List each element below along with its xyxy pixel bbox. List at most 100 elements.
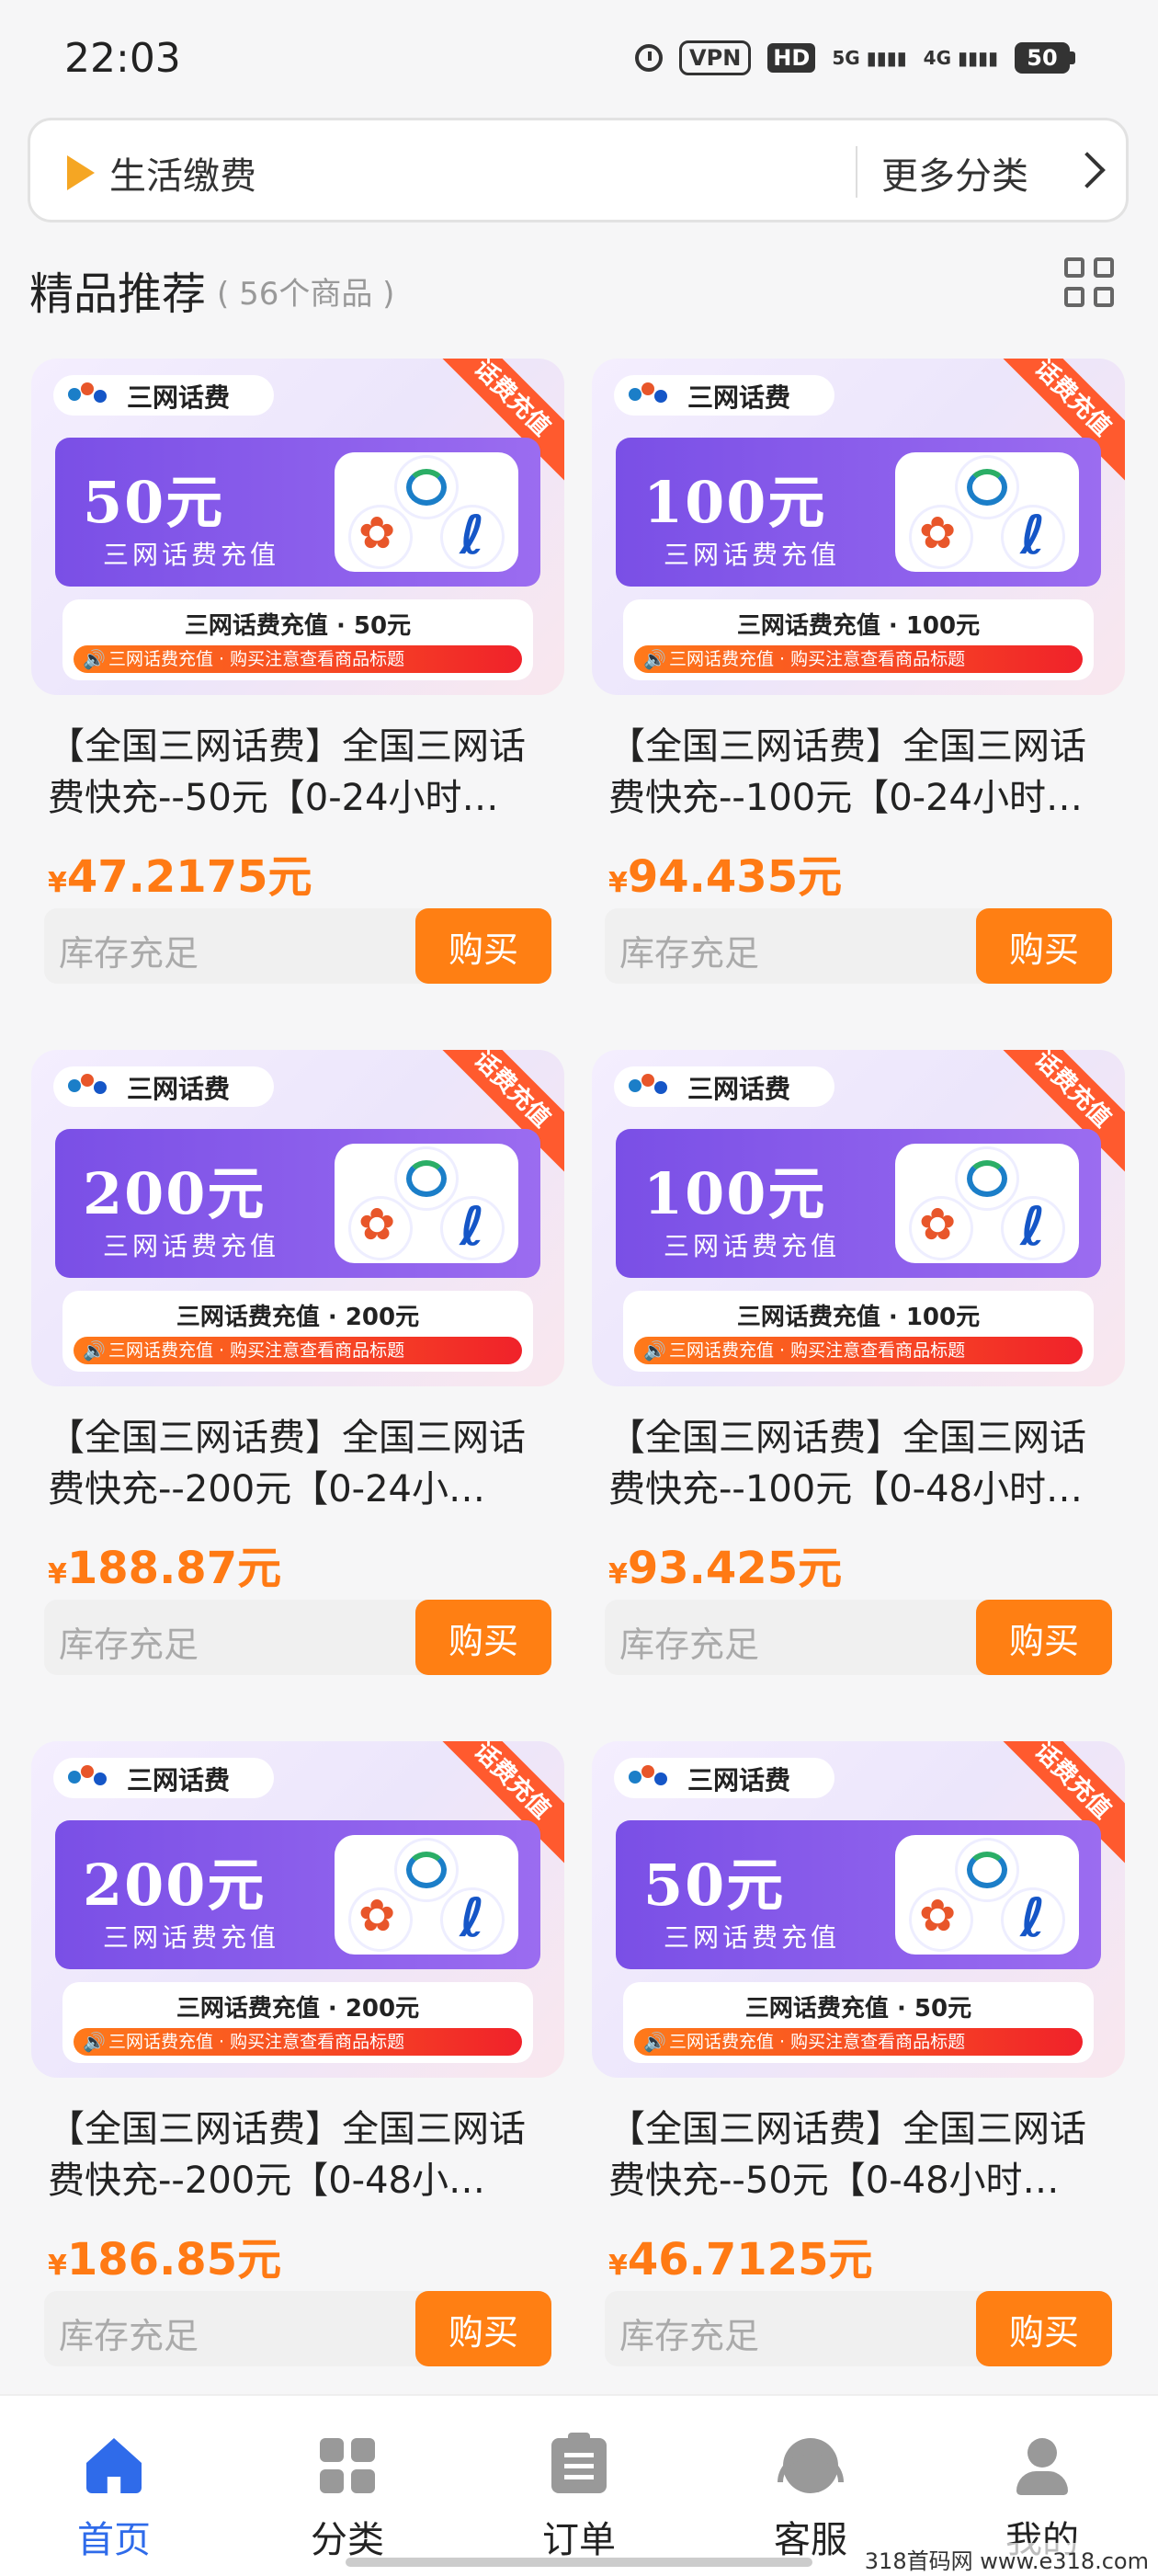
- buy-button[interactable]: 购买: [976, 2291, 1112, 2366]
- hd-icon: HD: [767, 43, 816, 73]
- grid-view-icon[interactable]: [1064, 257, 1116, 309]
- buy-button[interactable]: 购买: [415, 908, 551, 984]
- china-mobile-icon: [397, 458, 456, 517]
- clock: 22:03: [64, 35, 181, 82]
- play-icon: [67, 155, 95, 190]
- china-mobile-icon: [397, 1841, 456, 1899]
- stock-status: 库存充足: [59, 933, 199, 974]
- info-strip: 三网话费充值 · 100元 🔊 三网话费充值 · 购买注意查看商品标题: [623, 599, 1094, 680]
- recharge-subtitle: 三网话费充值: [664, 1231, 841, 1261]
- stock-row: 库存充足 购买: [44, 908, 551, 984]
- product-title[interactable]: 【全国三网话费】全国三网话 费快充--200元【0-24小…: [48, 1412, 555, 1515]
- notice-text: 三网话费充值 · 购买注意查看商品标题: [669, 649, 966, 669]
- buy-button[interactable]: 购买: [415, 2291, 551, 2366]
- tab-orders[interactable]: 订单: [505, 2427, 653, 2565]
- more-categories-link[interactable]: 更多分类: [881, 146, 1028, 199]
- amount-panel: 100元 三网话费充值: [616, 1129, 1101, 1278]
- customer-service-icon: [778, 2438, 844, 2493]
- tab-customer-service[interactable]: 客服: [737, 2427, 884, 2565]
- product-title[interactable]: 【全国三网话费】全国三网话 费快充--100元【0-48小时…: [608, 1412, 1116, 1515]
- china-unicom-icon: [912, 1890, 971, 1949]
- product-card[interactable]: 三网话费 话费充值 200元 三网话费充值 三网话费充值 · 200元 🔊三网话…: [31, 1050, 564, 1684]
- product-card[interactable]: 三网话费 话费充值 100元 三网话费充值 三网话费充值 · 100元 🔊三网话…: [592, 359, 1125, 993]
- category-label[interactable]: 生活缴费: [109, 146, 256, 199]
- home-indicator: [346, 2558, 812, 2567]
- product-image[interactable]: 三网话费 话费充值 200元 三网话费充值 三网话费充值 · 200元 🔊三网话…: [31, 1741, 564, 2078]
- china-telecom-icon: [1004, 504, 1062, 566]
- product-card[interactable]: 三网话费 话费充值 100元 三网话费充值 三网话费充值 · 100元 🔊三网话…: [592, 1050, 1125, 1684]
- notice-bar: 🔊 三网话费充值 · 购买注意查看商品标题: [634, 645, 1083, 673]
- product-title-line: 费快充--100元【0-24小时…: [608, 777, 1083, 819]
- brand-text: 三网话费: [127, 1074, 231, 1104]
- operator-logo-icon: [68, 1765, 110, 1791]
- product-title[interactable]: 【全国三网话费】全国三网话 费快充--200元【0-48小…: [48, 2103, 555, 2206]
- product-title-line: 【全国三网话费】全国三网话: [48, 725, 526, 768]
- product-title-line: 【全国三网话费】全国三网话: [608, 2108, 1086, 2150]
- signal-5g-icon: 5G ▮▮▮▮: [832, 47, 907, 69]
- buy-button[interactable]: 购买: [415, 1600, 551, 1675]
- product-card[interactable]: 三网话费 话费充值 50元 三网话费充值 三网话费充值 · 50元 🔊三网话费充…: [31, 359, 564, 993]
- speaker-icon: 🔊: [643, 2031, 666, 2053]
- product-price: ¥46.7125元: [608, 2223, 873, 2287]
- amount-panel: 200元 三网话费充值: [55, 1820, 540, 1969]
- price-value: 186.85元: [66, 2234, 282, 2285]
- recharge-subtitle: 三网话费充值: [664, 1922, 841, 1953]
- speaker-icon: 🔊: [643, 648, 666, 670]
- stock-status: 库存充足: [619, 2316, 760, 2356]
- info-strip: 三网话费充值 · 200元 🔊 三网话费充值 · 购买注意查看商品标题: [62, 1291, 533, 1372]
- china-unicom-icon: [912, 1199, 971, 1258]
- product-card[interactable]: 三网话费 话费充值 200元 三网话费充值 三网话费充值 · 200元 🔊三网话…: [31, 1741, 564, 2376]
- notice-bar: 🔊 三网话费充值 · 购买注意查看商品标题: [74, 645, 522, 673]
- price-value: 93.425元: [627, 1543, 843, 1594]
- recharge-amount: 200元: [83, 1852, 267, 1919]
- tab-label: 客服: [774, 2519, 847, 2561]
- product-card[interactable]: 三网话费 话费充值 50元 三网话费充值 三网话费充值 · 50元 🔊三网话费充…: [592, 1741, 1125, 2376]
- amount-panel: 50元 三网话费充值: [55, 438, 540, 587]
- carrier-logos: [335, 1835, 518, 1955]
- info-strip: 三网话费充值 · 200元 🔊 三网话费充值 · 购买注意查看商品标题: [62, 1982, 533, 2063]
- stock-status: 库存充足: [59, 1624, 199, 1665]
- product-title[interactable]: 【全国三网话费】全国三网话 费快充--50元【0-48小时…: [608, 2103, 1116, 2206]
- notice-bar: 🔊 三网话费充值 · 购买注意查看商品标题: [74, 1337, 522, 1364]
- product-image[interactable]: 三网话费 话费充值 50元 三网话费充值 三网话费充值 · 50元 🔊三网话费充…: [592, 1741, 1125, 2078]
- home-icon: [86, 2438, 142, 2493]
- currency-symbol: ¥: [48, 867, 67, 899]
- recharge-subtitle: 三网话费充值: [103, 540, 280, 570]
- product-image[interactable]: 三网话费 话费充值 50元 三网话费充值 三网话费充值 · 50元 🔊三网话费充…: [31, 359, 564, 695]
- category-bar[interactable]: 生活缴费 更多分类: [28, 118, 1129, 222]
- chevron-right-icon[interactable]: [1069, 152, 1106, 188]
- notice-bar: 🔊 三网话费充值 · 购买注意查看商品标题: [634, 1337, 1083, 1364]
- buy-button[interactable]: 购买: [976, 908, 1112, 984]
- order-icon: [551, 2433, 607, 2493]
- price-value: 47.2175元: [66, 851, 312, 903]
- buy-button[interactable]: 购买: [976, 1600, 1112, 1675]
- tab-home[interactable]: 首页: [40, 2427, 187, 2565]
- product-title[interactable]: 【全国三网话费】全国三网话 费快充--100元【0-24小时…: [608, 721, 1116, 824]
- currency-symbol: ¥: [608, 2250, 628, 2282]
- product-image[interactable]: 三网话费 话费充值 200元 三网话费充值 三网话费充值 · 200元 🔊三网话…: [31, 1050, 564, 1386]
- product-image[interactable]: 三网话费 话费充值 100元 三网话费充值 三网话费充值 · 100元 🔊三网话…: [592, 1050, 1125, 1386]
- recharge-amount: 100元: [643, 1160, 827, 1227]
- notice-bar: 🔊 三网话费充值 · 购买注意查看商品标题: [74, 2028, 522, 2056]
- product-image[interactable]: 三网话费 话费充值 100元 三网话费充值 三网话费充值 · 100元 🔊三网话…: [592, 359, 1125, 695]
- tab-category[interactable]: 分类: [274, 2427, 421, 2565]
- brand-text: 三网话费: [127, 382, 231, 413]
- carrier-logos: [895, 1144, 1079, 1263]
- product-title[interactable]: 【全国三网话费】全国三网话 费快充--50元【0-24小时…: [48, 721, 555, 824]
- notice-text: 三网话费充值 · 购买注意查看商品标题: [108, 1340, 405, 1361]
- strip-title: 三网话费充值 · 200元: [176, 1304, 420, 1331]
- recharge-subtitle: 三网话费充值: [103, 1922, 280, 1953]
- watermark: 318首码网 www.e318.com: [864, 2543, 1149, 2575]
- info-strip: 三网话费充值 · 50元 🔊 三网话费充值 · 购买注意查看商品标题: [623, 1982, 1094, 2063]
- operator-logo-icon: [629, 1074, 671, 1100]
- stock-row: 库存充足 购买: [44, 1600, 551, 1675]
- battery-icon: 50: [1015, 42, 1075, 74]
- speaker-icon: 🔊: [643, 1339, 666, 1362]
- product-title-line: 【全国三网话费】全国三网话: [48, 2108, 526, 2150]
- section-title: 精品推荐: [29, 268, 207, 320]
- amount-panel: 200元 三网话费充值: [55, 1129, 540, 1278]
- info-strip: 三网话费充值 · 50元 🔊 三网话费充值 · 购买注意查看商品标题: [62, 599, 533, 680]
- stock-row: 库存充足 购买: [605, 2291, 1112, 2366]
- vpn-icon: VPN: [679, 40, 752, 75]
- product-title-line: 【全国三网话费】全国三网话: [608, 1417, 1086, 1459]
